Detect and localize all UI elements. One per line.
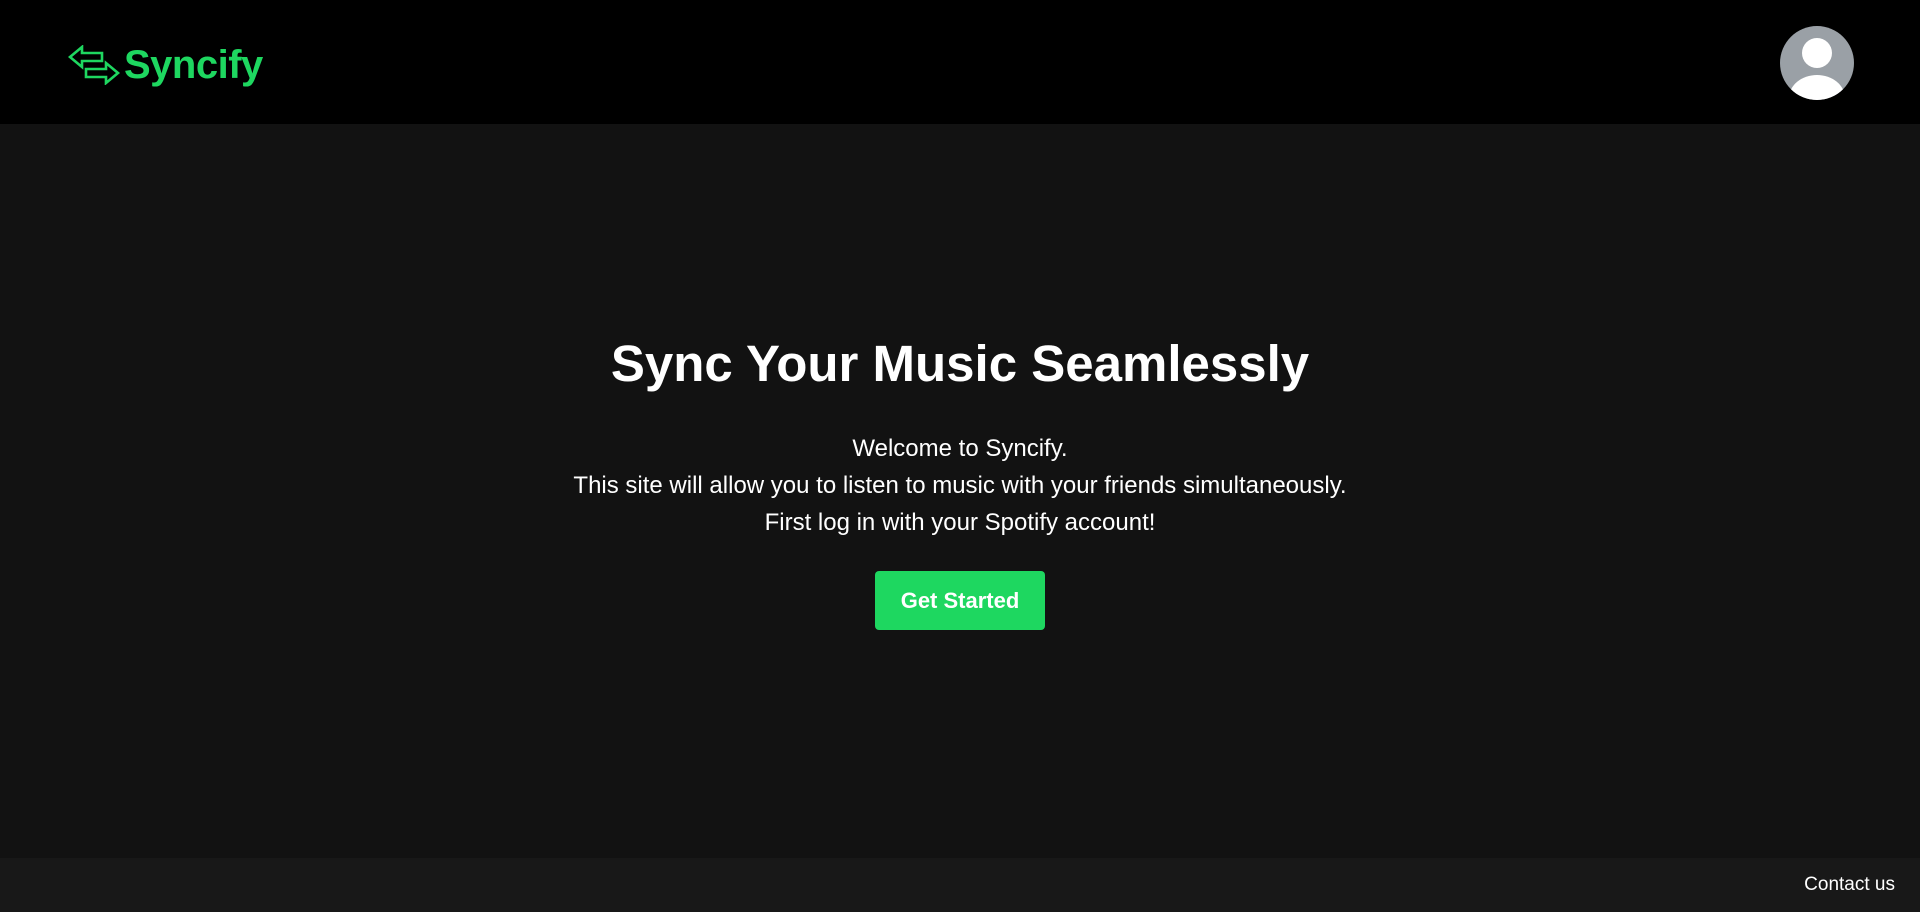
hero-title: Sync Your Music Seamlessly [610,335,1310,392]
user-avatar-icon [1789,38,1845,100]
top-navbar: Syncify [0,0,1920,124]
hero-description: Welcome to Syncify. This site will allow… [0,430,1920,541]
hero-description-line: This site will allow you to listen to mu… [573,472,1347,499]
user-avatar-button[interactable] [1780,26,1854,100]
brand-logo-link[interactable]: Syncify [68,42,263,88]
brand-name: Syncify [124,43,263,87]
hero-login-prompt-line: First log in with your Spotify account! [764,509,1156,536]
hero-welcome-line: Welcome to Syncify. [852,435,1068,462]
contact-us-link[interactable]: Contact us [1804,874,1895,896]
footer: Contact us [0,858,1920,912]
get-started-button[interactable]: Get Started [875,571,1045,630]
hero-section: Sync Your Music Seamlessly Welcome to Sy… [0,124,1920,858]
page: Syncify Sync Your Music Seamlessly Welco… [0,0,1920,912]
sync-arrows-icon [68,45,120,85]
